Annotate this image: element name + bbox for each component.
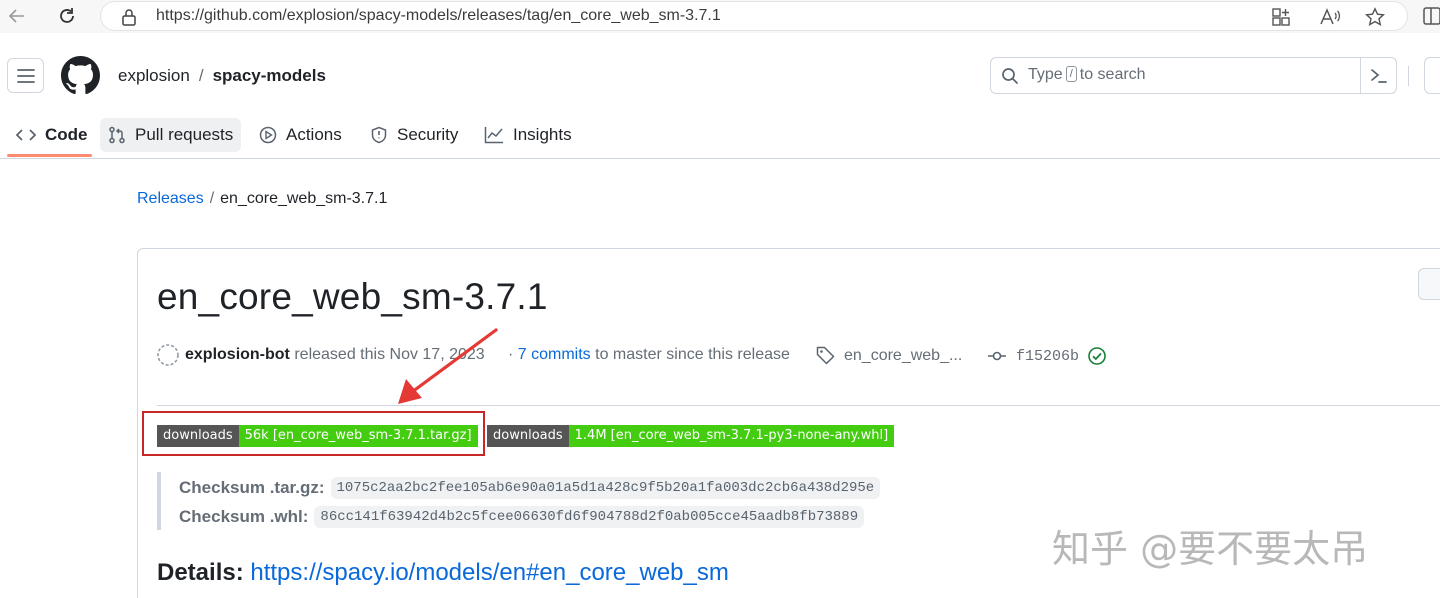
app-available-icon[interactable] bbox=[1271, 7, 1291, 32]
annotation-arrow-icon bbox=[398, 328, 498, 404]
badge-label: downloads bbox=[487, 425, 569, 447]
search-placeholder-suffix: to search bbox=[1079, 66, 1146, 83]
back-arrow-icon[interactable] bbox=[4, 4, 30, 28]
release-divider bbox=[157, 405, 1440, 406]
selected-tab-indicator bbox=[7, 154, 92, 157]
release-tag-label: en_core_web_... bbox=[844, 346, 963, 364]
checksum-targz-value: 1075c2aa2bc2fee105ab6e90a01a5d1a428c9f5b… bbox=[330, 477, 881, 499]
badge-value: 1.4M [en_core_web_sm-3.7.1-py3-none-any.… bbox=[568, 425, 895, 447]
pull-request-icon bbox=[109, 126, 125, 144]
commits-link[interactable]: 7 commits bbox=[518, 346, 591, 364]
commits-suffix: to master since this release bbox=[595, 346, 790, 363]
release-action-button[interactable] bbox=[1418, 268, 1440, 300]
tab-actions[interactable]: Actions bbox=[251, 118, 350, 152]
blockquote-bar bbox=[157, 472, 161, 530]
reload-icon[interactable] bbox=[54, 4, 80, 28]
hamburger-icon bbox=[16, 68, 35, 83]
search-placeholder-prefix: Type bbox=[1028, 66, 1063, 83]
tab-insights-label: Insights bbox=[513, 125, 572, 144]
details-link[interactable]: https://spacy.io/models/en#en_core_web_s… bbox=[250, 559, 729, 586]
command-palette-button[interactable] bbox=[1360, 58, 1396, 93]
verified-check-icon bbox=[1088, 347, 1106, 365]
terminal-icon bbox=[1370, 68, 1387, 83]
tab-insights[interactable]: Insights bbox=[476, 118, 580, 152]
repo-path: explosion / spacy-models bbox=[118, 66, 326, 86]
repo-nav-tabs: Code Pull requests Actions Security Insi… bbox=[0, 114, 1440, 159]
code-icon bbox=[16, 129, 36, 141]
checksum-targz-row: Checksum .tar.gz: 1075c2aa2bc2fee105ab6e… bbox=[179, 477, 881, 499]
tab-pull-requests-label: Pull requests bbox=[135, 125, 234, 144]
breadcrumb-current: en_core_web_sm-3.7.1 bbox=[220, 190, 388, 207]
details-heading: Details: https://spacy.io/models/en#en_c… bbox=[157, 559, 729, 587]
menu-button[interactable] bbox=[7, 58, 44, 93]
favorite-star-icon[interactable] bbox=[1364, 7, 1386, 32]
downloads-badge-whl[interactable]: downloads 1.4M [en_core_web_sm-3.7.1-py3-… bbox=[487, 425, 895, 447]
repo-name-link[interactable]: spacy-models bbox=[213, 66, 326, 85]
annotation-highlight-box bbox=[142, 411, 485, 456]
play-icon bbox=[259, 126, 277, 144]
lock-icon[interactable] bbox=[121, 8, 137, 31]
breadcrumb: Releases / en_core_web_sm-3.7.1 bbox=[137, 190, 387, 208]
repo-owner-link[interactable]: explosion bbox=[118, 66, 190, 85]
split-screen-icon[interactable] bbox=[1422, 6, 1440, 31]
github-logo-icon[interactable] bbox=[61, 56, 100, 100]
checksum-whl-value: 86cc141f63942d4b2c5fcee06630fd6f904788d2… bbox=[314, 506, 865, 528]
checksum-whl-label: Checksum .whl: bbox=[179, 507, 309, 526]
release-author-link[interactable]: explosion-bot bbox=[185, 346, 290, 364]
create-new-button[interactable] bbox=[1424, 57, 1440, 94]
shield-icon bbox=[371, 126, 387, 144]
tab-security-label: Security bbox=[397, 125, 459, 144]
address-url[interactable]: https://github.com/explosion/spacy-model… bbox=[156, 7, 721, 25]
tab-pull-requests[interactable]: Pull requests bbox=[100, 118, 242, 152]
release-tag[interactable]: en_core_web_... bbox=[816, 346, 962, 365]
watermark: 知乎 @要不要太吊 bbox=[1052, 527, 1369, 571]
tag-icon bbox=[816, 346, 835, 365]
commits-info: · 7 commits to master since this release bbox=[508, 346, 790, 364]
graph-icon bbox=[484, 127, 503, 144]
repo-path-separator: / bbox=[198, 66, 204, 85]
header-divider bbox=[1408, 66, 1409, 86]
read-aloud-icon[interactable] bbox=[1319, 7, 1341, 32]
address-bar[interactable]: https://github.com/explosion/spacy-model… bbox=[100, 1, 1408, 31]
checksum-targz-label: Checksum .tar.gz: bbox=[179, 478, 325, 497]
breadcrumb-separator: / bbox=[209, 190, 215, 207]
search-icon bbox=[1001, 67, 1019, 90]
git-commit-icon bbox=[988, 351, 1006, 361]
tab-code-label: Code bbox=[45, 125, 88, 144]
search-input[interactable]: Type / to search bbox=[990, 57, 1397, 94]
release-commit[interactable]: f15206b bbox=[987, 346, 1107, 366]
search-shortcut-key: / bbox=[1065, 66, 1077, 82]
tab-security[interactable]: Security bbox=[362, 118, 466, 152]
release-title: en_core_web_sm-3.7.1 bbox=[157, 276, 548, 317]
avatar[interactable] bbox=[157, 344, 179, 366]
tab-code[interactable]: Code bbox=[8, 118, 96, 152]
commits-bullet: · bbox=[508, 346, 514, 363]
search-placeholder: Type / to search bbox=[1028, 66, 1146, 84]
tab-actions-label: Actions bbox=[286, 125, 342, 144]
details-label: Details: bbox=[157, 559, 244, 586]
browser-toolbar: https://github.com/explosion/spacy-model… bbox=[0, 0, 1440, 33]
github-header: explosion / spacy-models Type / to search Co… bbox=[0, 38, 1440, 159]
breadcrumb-releases-link[interactable]: Releases bbox=[137, 190, 204, 207]
commit-sha: f15206b bbox=[1016, 347, 1080, 365]
checksum-whl-row: Checksum .whl: 86cc141f63942d4b2c5fcee06… bbox=[179, 506, 865, 528]
